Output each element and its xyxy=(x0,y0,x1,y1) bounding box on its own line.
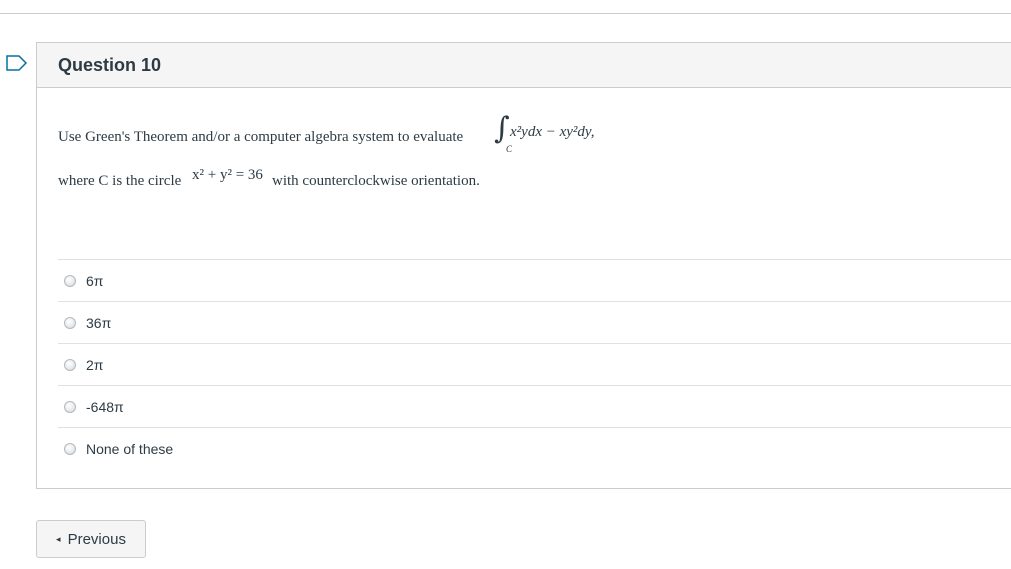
question-text: Use Green's Theorem and/or a computer al… xyxy=(58,111,988,193)
radio-icon[interactable] xyxy=(64,358,76,371)
answer-option[interactable]: 36π xyxy=(58,301,1011,343)
answer-label: None of these xyxy=(86,440,174,457)
flag-question-icon[interactable] xyxy=(6,55,28,71)
answer-option[interactable]: 2π xyxy=(58,343,1011,385)
previous-label: Previous xyxy=(67,530,126,548)
answer-option[interactable]: -648π xyxy=(58,385,1011,427)
answer-list: 6π 36π 2π -648π None of these xyxy=(58,259,1011,469)
question-header: Question 10 xyxy=(37,43,1011,88)
question-line-1: Use Green's Theorem and/or a computer al… xyxy=(58,111,988,159)
radio-icon[interactable] xyxy=(64,274,76,287)
answer-label: -648π xyxy=(86,398,124,415)
top-divider xyxy=(0,13,1011,14)
orientation-text: with counterclockwise orientation. xyxy=(272,173,480,189)
question-prompt: Use Green's Theorem and/or a computer al… xyxy=(58,129,464,145)
answer-option[interactable]: None of these xyxy=(58,427,1011,469)
radio-icon[interactable] xyxy=(64,316,76,329)
answer-option[interactable]: 6π xyxy=(58,259,1011,301)
answer-label: 2π xyxy=(86,356,104,373)
question-line-2: where C is the circle x² + y² = 36 with … xyxy=(58,163,988,193)
answer-label: 6π xyxy=(86,272,104,289)
answer-label: 36π xyxy=(86,314,112,331)
integral-expression: x²ydx − xy²dy, xyxy=(510,124,595,140)
circle-intro: where C is the circle xyxy=(58,173,182,189)
circle-equation: x² + y² = 36 xyxy=(192,167,263,183)
integral-sign: ∫ xyxy=(494,111,510,146)
radio-icon[interactable] xyxy=(64,442,76,455)
caret-left-icon: ◂ xyxy=(56,533,61,544)
previous-button[interactable]: ◂ Previous xyxy=(36,520,146,558)
radio-icon[interactable] xyxy=(64,400,76,413)
question-title: Question 10 xyxy=(58,54,162,75)
integral-subscript: C xyxy=(506,144,513,154)
line-integral: ∫ C x²ydx − xy²dy, xyxy=(494,111,614,159)
question-card: Question 10 Use Green's Theorem and/or a… xyxy=(36,42,1011,489)
